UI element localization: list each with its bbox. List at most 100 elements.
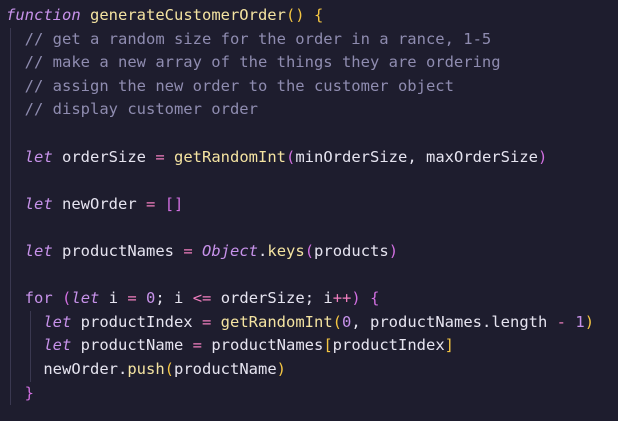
code-token: let (24, 194, 53, 213)
indent-guide (10, 51, 11, 75)
indent-guide (10, 263, 11, 288)
indent-guide (10, 381, 11, 406)
code-token: products (314, 241, 389, 260)
code-token: <= (192, 289, 212, 308)
code-token: push (127, 359, 165, 378)
code-token: let (71, 289, 100, 308)
code-line[interactable]: let productIndex = getRandomInt(0, produ… (0, 310, 618, 335)
code-token: minOrderSize, maxOrderSize (295, 147, 538, 166)
code-token: productIndex (332, 336, 445, 355)
code-token: , productNames. (351, 312, 492, 331)
code-token: generateCustomerOrder (90, 6, 286, 24)
indent-guide (10, 239, 11, 264)
code-line[interactable]: function generateCustomerOrder() { (0, 4, 618, 28)
code-line[interactable]: let productName = productNames[productIn… (0, 334, 618, 358)
indent-guide (10, 334, 11, 358)
code-token: newOrder. (6, 359, 128, 378)
code-token: productNames (52, 241, 184, 260)
code-line[interactable]: newOrder.push(productName) (0, 357, 618, 382)
code-token: let (43, 336, 72, 355)
code-line[interactable]: // display customer order (0, 98, 618, 122)
code-line[interactable]: for (let i = 0; i <= orderSize; i++) { (0, 287, 618, 311)
code-token: productNames (202, 336, 324, 355)
indent-guide (10, 216, 11, 240)
indent-guide (10, 192, 11, 217)
code-token: ] (444, 336, 454, 355)
code-token: ++ (332, 289, 352, 308)
indent-guide (30, 334, 31, 358)
code-token: // assign the new order to the customer … (24, 76, 454, 95)
code-line[interactable]: // assign the new order to the customer … (0, 74, 618, 99)
code-token: newOrder (52, 194, 146, 213)
code-token: = (127, 289, 137, 308)
code-token: ( (286, 147, 296, 166)
code-token: productIndex (71, 312, 202, 331)
code-line[interactable]: let orderSize = getRandomInt(minOrderSiz… (0, 145, 618, 170)
code-line[interactable]: // make a new array of the things they a… (0, 51, 618, 75)
code-token: keys (267, 241, 305, 260)
code-token: () (285, 6, 305, 24)
code-token: Object (202, 241, 259, 260)
code-token: orderSize; i (211, 289, 333, 308)
code-token: productName (71, 336, 193, 355)
code-line[interactable]: // get a random size for the order in a … (0, 27, 618, 52)
code-token: { (370, 289, 380, 308)
code-token: ) (537, 147, 548, 166)
code-line[interactable] (0, 263, 618, 288)
code-token: = (183, 241, 193, 260)
code-token: ( (304, 241, 315, 260)
code-token: ( (164, 359, 174, 378)
code-line[interactable] (0, 169, 618, 193)
code-token: orderSize (52, 147, 156, 166)
code-token: ) (351, 289, 361, 308)
code-token: 0 (342, 312, 352, 331)
code-token: [] (164, 194, 184, 213)
code-editor[interactable]: function generateCustomerOrder() { // ge… (0, 0, 618, 421)
code-token: getRandomInt (174, 147, 286, 166)
code-token: ) (276, 359, 286, 378)
code-token: productName (174, 359, 277, 378)
code-token: let (24, 147, 53, 166)
code-token: ( (332, 312, 342, 331)
code-token: let (24, 241, 53, 260)
code-token: i (99, 289, 128, 308)
code-token: 0 (146, 289, 156, 308)
indent-guide (10, 98, 11, 122)
indent-guide (10, 121, 11, 146)
code-line[interactable]: } (0, 381, 618, 406)
code-line[interactable] (0, 121, 618, 146)
code-token: - (556, 312, 566, 331)
code-line[interactable]: let newOrder = [] (0, 192, 618, 217)
indent-guide (10, 27, 11, 52)
code-token: = (192, 336, 202, 355)
code-token: length (491, 312, 557, 331)
indent-guide (10, 310, 11, 335)
code-token: ( (62, 289, 72, 308)
code-token: function (6, 6, 81, 24)
code-token: // make a new array of the things they a… (24, 53, 501, 72)
code-line[interactable] (0, 216, 618, 240)
indent-guide (30, 357, 31, 382)
code-line[interactable]: let productNames = Object.keys(products) (0, 239, 618, 264)
indent-guide (10, 145, 11, 170)
indent-guide (10, 74, 11, 99)
code-token: = (201, 312, 212, 331)
code-token: { (313, 6, 324, 24)
